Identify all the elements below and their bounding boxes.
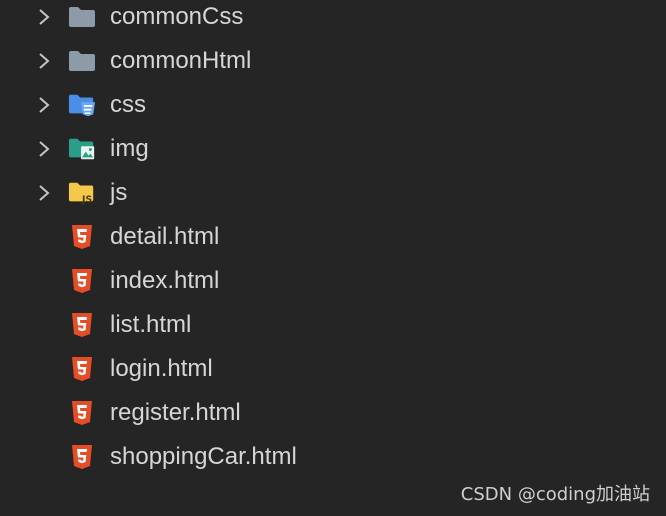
- tree-item-label: js: [110, 179, 128, 206]
- chevron-right-icon[interactable]: [34, 171, 54, 215]
- chevron-right-icon[interactable]: [34, 0, 54, 39]
- tree-item-label: img: [110, 135, 149, 162]
- tree-item-label: index.html: [110, 267, 220, 294]
- html5-icon: [68, 356, 96, 382]
- js-folder-icon: JS: [68, 180, 96, 206]
- tree-item-commoncss[interactable]: commonCss: [0, 0, 666, 39]
- tree-item-register-html[interactable]: register.html: [0, 391, 666, 435]
- tree-item-label: commonCss: [110, 3, 244, 30]
- tree-item-login-html[interactable]: login.html: [0, 347, 666, 391]
- html5-icon: [68, 400, 96, 426]
- tree-item-label: list.html: [110, 311, 192, 338]
- csdn-watermark: CSDN @coding加油站: [460, 484, 650, 505]
- folder-icon: [68, 4, 96, 30]
- tree-item-detail-html[interactable]: detail.html: [0, 215, 666, 259]
- tree-item-css[interactable]: css: [0, 83, 666, 127]
- image-folder-icon: [68, 136, 96, 162]
- tree-item-shoppingcar-html[interactable]: shoppingCar.html: [0, 435, 666, 479]
- tree-item-index-html[interactable]: index.html: [0, 259, 666, 303]
- chevron-right-icon[interactable]: [34, 127, 54, 171]
- file-explorer-tree: commonCss commonHtml css img JS js detai…: [0, 0, 666, 479]
- tree-item-label: login.html: [110, 355, 213, 382]
- tree-item-label: register.html: [110, 399, 241, 426]
- folder-icon: [68, 48, 96, 74]
- html5-icon: [68, 268, 96, 294]
- html5-icon: [68, 444, 96, 470]
- html5-icon: [68, 224, 96, 250]
- svg-text:JS: JS: [81, 194, 92, 205]
- tree-item-commonhtml[interactable]: commonHtml: [0, 39, 666, 83]
- chevron-right-icon[interactable]: [34, 83, 54, 127]
- html5-icon: [68, 312, 96, 338]
- css-folder-icon: [68, 92, 96, 118]
- tree-item-js[interactable]: JS js: [0, 171, 666, 215]
- tree-item-label: shoppingCar.html: [110, 443, 297, 470]
- tree-item-label: commonHtml: [110, 47, 252, 74]
- tree-item-list-html[interactable]: list.html: [0, 303, 666, 347]
- tree-item-label: detail.html: [110, 223, 220, 250]
- tree-item-label: css: [110, 91, 146, 118]
- chevron-right-icon[interactable]: [34, 39, 54, 83]
- tree-item-img[interactable]: img: [0, 127, 666, 171]
